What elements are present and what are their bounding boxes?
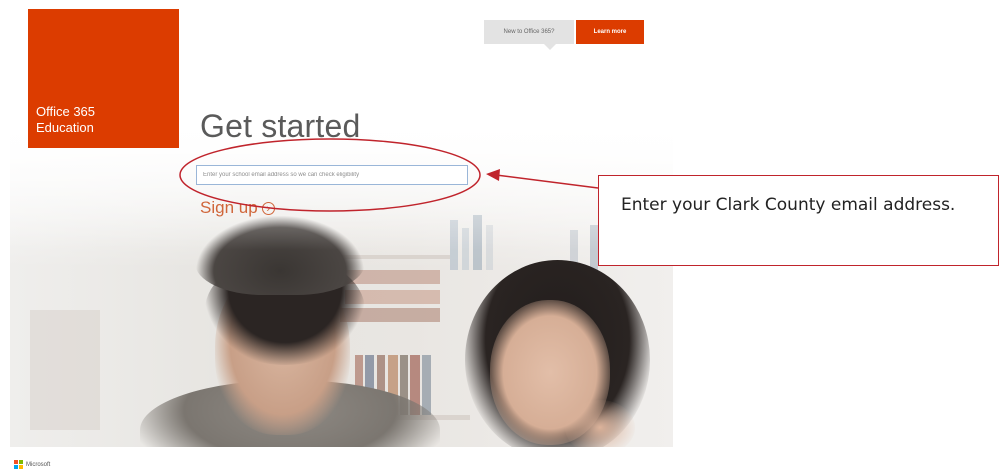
page-title: Get started xyxy=(200,108,361,144)
sign-up-link[interactable]: Sign up › xyxy=(200,198,275,218)
annotation-callout: Enter your Clark County email address. xyxy=(598,175,999,266)
learn-more-button[interactable]: Learn more xyxy=(576,20,644,44)
arrow-circle-icon: › xyxy=(261,202,275,215)
brand-line-1: Office 365 xyxy=(36,104,96,119)
callout-text: Enter your Clark County email address. xyxy=(621,195,956,215)
microsoft-footer: Microsoft xyxy=(14,460,50,469)
speech-tail xyxy=(544,44,556,50)
person-right-hand xyxy=(565,400,635,447)
sign-up-label: Sign up xyxy=(200,198,258,217)
brand-text: Office 365 Education xyxy=(36,104,95,136)
new-to-office-label: New to Office 365? xyxy=(484,20,574,44)
microsoft-logo-icon xyxy=(14,460,23,469)
office365-education-tile: Office 365 Education xyxy=(28,9,179,148)
school-email-input[interactable] xyxy=(196,165,468,185)
brand-line-2: Education xyxy=(36,120,94,135)
microsoft-wordmark: Microsoft xyxy=(26,461,51,468)
